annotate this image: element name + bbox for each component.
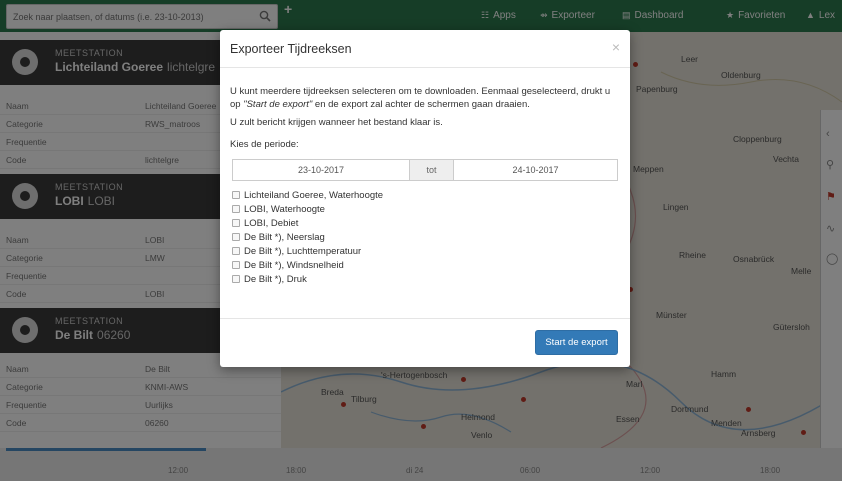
timeseries-label: LOBI, Debiet — [244, 218, 299, 229]
export-dialog: Exporteer Tijdreeksen × U kunt meerdere … — [220, 30, 630, 367]
timeseries-option[interactable]: Lichteiland Goeree, Waterhoogte — [232, 190, 612, 202]
timeseries-label: De Bilt *), Neerslag — [244, 232, 325, 243]
checkbox[interactable] — [232, 191, 240, 199]
timeseries-option[interactable]: LOBI, Debiet — [232, 218, 612, 230]
timeseries-label: Lichteiland Goeree, Waterhoogte — [244, 190, 384, 201]
checkbox[interactable] — [232, 219, 240, 227]
period-label: Kies de periode: — [230, 139, 299, 150]
intro-emphasis: "Start de export" — [243, 99, 313, 110]
date-range: tot — [232, 159, 618, 181]
date-separator: tot — [410, 160, 454, 180]
checkbox[interactable] — [232, 247, 240, 255]
timeseries-label: LOBI, Waterhoogte — [244, 204, 325, 215]
timeseries-label: De Bilt *), Windsnelheid — [244, 260, 344, 271]
checkbox[interactable] — [232, 275, 240, 283]
dialog-header: Exporteer Tijdreeksen × — [220, 30, 630, 68]
checkbox[interactable] — [232, 261, 240, 269]
dialog-title: Exporteer Tijdreeksen — [230, 42, 352, 56]
timeseries-option[interactable]: De Bilt *), Druk — [232, 274, 612, 286]
dialog-notice: U zult bericht krijgen wanneer het besta… — [230, 117, 443, 128]
timeseries-label: De Bilt *), Luchttemperatuur — [244, 246, 362, 257]
timeseries-option[interactable]: LOBI, Waterhoogte — [232, 204, 612, 216]
timeseries-list: Lichteiland Goeree, Waterhoogte LOBI, Wa… — [232, 190, 612, 288]
timeseries-option[interactable]: De Bilt *), Neerslag — [232, 232, 612, 244]
close-icon[interactable]: × — [612, 39, 620, 55]
dialog-footer: Start de export — [220, 318, 630, 367]
dialog-intro: U kunt meerdere tijdreeksen selecteren o… — [230, 86, 611, 110]
timeseries-label: De Bilt *), Druk — [244, 274, 307, 285]
start-export-button[interactable]: Start de export — [535, 330, 618, 355]
date-to-input[interactable] — [454, 160, 617, 180]
checkbox[interactable] — [232, 205, 240, 213]
timeseries-option[interactable]: De Bilt *), Windsnelheid — [232, 260, 612, 272]
timeseries-option[interactable]: De Bilt *), Luchttemperatuur — [232, 246, 612, 258]
date-from-input[interactable] — [233, 160, 410, 180]
checkbox[interactable] — [232, 233, 240, 241]
